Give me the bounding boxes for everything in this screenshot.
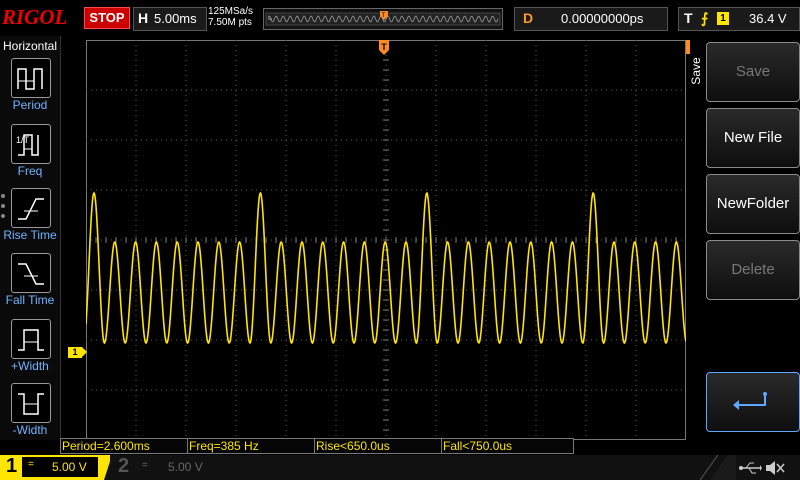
dc-coupling-icon: =	[28, 459, 34, 470]
measure-fall-time[interactable]: Fall Time	[0, 253, 60, 315]
acquisition-info: 125MSa/s 7.50M pts	[208, 6, 253, 28]
measurement-rise[interactable]: Rise<650.0us	[314, 438, 443, 454]
measurement-bar: Period=2.600ms Freq=385 Hz Rise<650.0us …	[60, 438, 800, 454]
measure-rise-time[interactable]: Rise Time	[0, 188, 60, 250]
usb-icon	[739, 462, 762, 474]
channel-bar: 1 = 5.00 V 2 = 5.00 V	[0, 455, 800, 480]
measure-fall-time-label: Fall Time	[5, 293, 55, 307]
svg-text:1/T: 1/T	[16, 135, 30, 145]
ch1-scale: 5.00 V	[52, 460, 87, 474]
svg-text:T: T	[382, 13, 386, 19]
bar-divider	[700, 455, 736, 480]
delete-button-label: Delete	[731, 261, 775, 278]
run-stop-indicator[interactable]: STOP	[84, 7, 130, 29]
save-button[interactable]: Save	[706, 42, 800, 102]
delete-button[interactable]: Delete	[706, 240, 800, 300]
measure-negative-width-label: -Width	[12, 423, 48, 437]
measure-rise-time-label: Rise Time	[3, 228, 57, 242]
ch2-number: 2	[118, 455, 130, 477]
horizontal-label: H	[138, 10, 149, 26]
measure-freq-label: Freq	[17, 164, 43, 178]
delay-display[interactable]: D 0.00000000ps	[514, 7, 668, 31]
period-icon	[11, 58, 51, 98]
measurement-fall[interactable]: Fall<750.0us	[441, 438, 574, 454]
measurement-freq[interactable]: Freq=385 Hz	[187, 438, 316, 454]
memory-overview-strip: T	[263, 8, 503, 30]
timebase-value: 5.00ms	[154, 11, 197, 26]
top-status-bar: RIGOL STOP H 5.00ms 125MSa/s 7.50M pts T…	[0, 0, 800, 36]
delay-label: D	[523, 10, 534, 26]
measurement-period[interactable]: Period=2.600ms	[60, 438, 189, 454]
measure-negative-width[interactable]: -Width	[0, 383, 60, 445]
new-folder-button-label: NewFolder	[716, 195, 790, 212]
speaker-muted-icon[interactable]	[764, 459, 786, 477]
new-file-button[interactable]: New File	[706, 108, 800, 168]
ch2-status[interactable]: 2 = 5.00 V	[110, 455, 220, 480]
measure-positive-width[interactable]: +Width	[0, 319, 60, 381]
rising-edge-icon: ⨍	[701, 10, 709, 26]
ch2-scale: 5.00 V	[168, 460, 203, 474]
waveform-display[interactable]	[86, 40, 686, 440]
save-menu: Save Save New File NewFolder Delete	[688, 36, 800, 440]
horizontal-timebase[interactable]: H 5.00ms	[133, 7, 207, 31]
negative-width-icon	[11, 383, 51, 423]
trigger-display[interactable]: T ⨍ 1 36.4 V	[678, 7, 800, 31]
positive-width-icon	[11, 319, 51, 359]
ch1-scale-box: = 5.00 V	[22, 457, 98, 477]
save-menu-tab: Save	[688, 36, 704, 106]
measure-period[interactable]: Period	[0, 58, 60, 120]
brand-logo: RIGOL	[2, 5, 68, 29]
ch1-offset-marker[interactable]: 1	[68, 347, 87, 358]
measure-freq[interactable]: 1/T Freq	[0, 124, 60, 186]
memory-depth: 7.50M pts	[208, 17, 252, 28]
freq-icon: 1/T	[11, 124, 51, 164]
dc-coupling-icon: =	[142, 460, 148, 471]
save-button-label: Save	[735, 63, 771, 80]
return-arrow-icon	[733, 392, 767, 410]
memory-strip-graphic: T	[265, 11, 501, 26]
measure-menu: Horizontal Period 1/T Freq Rise Time Fal…	[0, 36, 61, 440]
sample-rate: 125MSa/s	[208, 6, 254, 17]
delay-value: 0.00000000ps	[561, 11, 644, 26]
measure-menu-title: Horizontal	[2, 39, 58, 53]
ch1-status[interactable]: 1 = 5.00 V	[0, 455, 104, 480]
trigger-position-marker: T	[379, 40, 389, 55]
trigger-label: T	[684, 10, 693, 26]
trigger-source: 1	[717, 12, 729, 25]
return-button[interactable]	[706, 372, 800, 432]
measure-positive-width-label: +Width	[11, 359, 49, 373]
svg-text:T: T	[381, 42, 387, 52]
new-file-button-label: New File	[723, 129, 783, 146]
fall-time-icon	[11, 253, 51, 293]
rise-time-icon	[11, 188, 51, 228]
measure-period-label: Period	[12, 98, 48, 112]
ch1-number: 1	[6, 455, 18, 477]
save-menu-tab-label: Save	[689, 57, 703, 85]
trigger-level: 36.4 V	[749, 11, 787, 26]
new-folder-button[interactable]: NewFolder	[706, 174, 800, 234]
